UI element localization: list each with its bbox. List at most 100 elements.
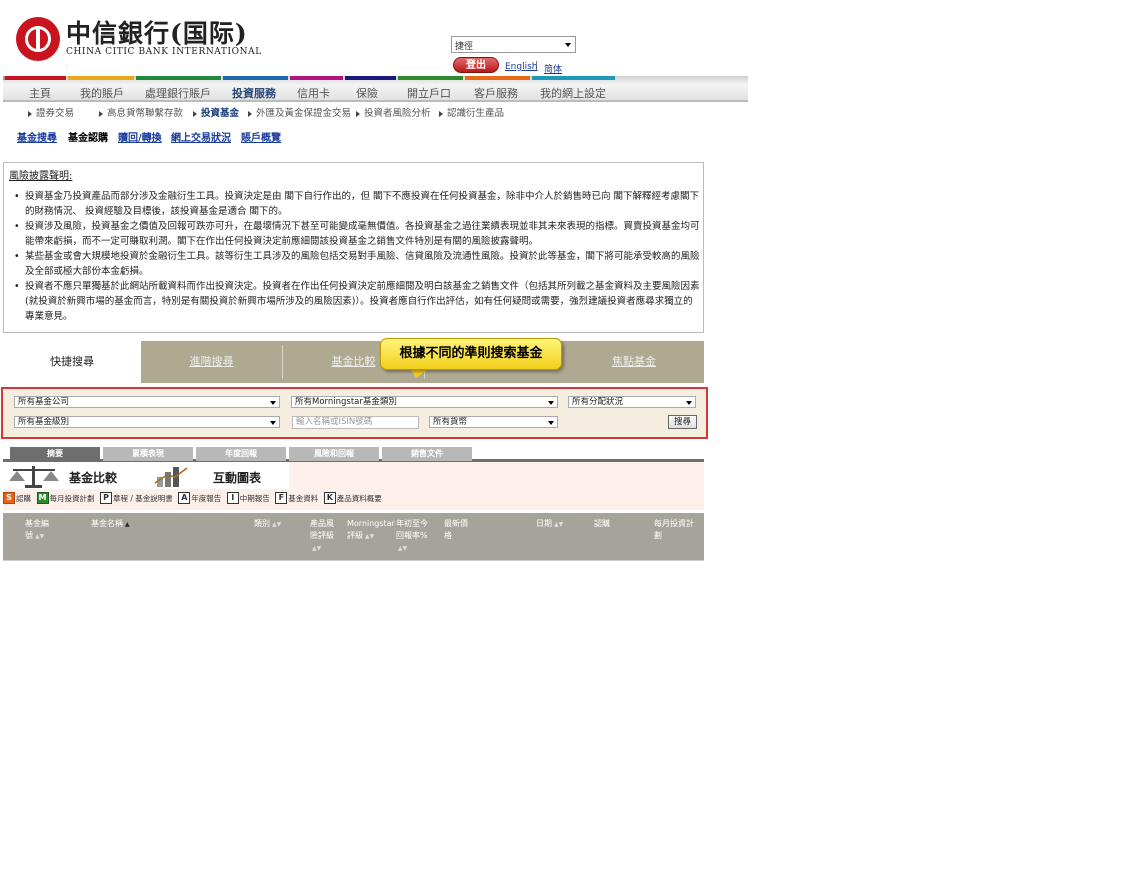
nav-stripe	[465, 76, 530, 80]
risk-disclosure-box: 風險披露聲明: 投資基金乃投資產品而部分涉及金融衍生工具。投資決定是由 閣下自行…	[3, 162, 704, 333]
arrow-right-icon	[356, 110, 360, 117]
nav-stripe	[5, 76, 66, 80]
risk-disclosure-title: 風險披露聲明:	[9, 171, 73, 182]
col-risk-rating[interactable]: 產品風險評級▲▼	[310, 518, 340, 555]
subnav-forex[interactable]: 外匯及黃金保證金交易	[248, 105, 351, 119]
tab-quick-search[interactable]: 快捷搜尋	[3, 341, 141, 383]
logo-chinese-name: 中信銀行(国际)	[66, 19, 248, 48]
col-monthly-plan: 每月投資計劃	[654, 519, 694, 540]
risk-item: 投資基金乃投資產品而部分涉及金融衍生工具。投資決定是由 閣下自行作出的，但 閣下…	[12, 189, 700, 219]
sort-icon: ▲▼	[312, 545, 322, 552]
fund-nav-redeem[interactable]: 贖回/轉換	[118, 129, 162, 144]
col-date[interactable]: 日期 ▲▼	[536, 518, 576, 531]
citic-logo-icon	[16, 17, 60, 61]
tab-sales-documents[interactable]: 銷售文件	[382, 447, 472, 461]
chevron-down-icon	[565, 43, 571, 47]
nav-stripe	[68, 76, 134, 80]
language-separator: |	[535, 61, 539, 71]
nav-item-my-accounts[interactable]: 我的賬戶	[80, 85, 124, 101]
col-category[interactable]: 類別 ▲▼	[254, 518, 294, 531]
nav-item-open-account[interactable]: 開立戶口	[407, 85, 451, 101]
risk-item: 投資涉及風險，投資基金之價值及回報可跌亦可升，在最壞情況下甚至可能變成毫無價值。…	[12, 219, 700, 249]
morningstar-category-select[interactable]: 所有Morningstar基金類別	[291, 396, 558, 408]
tab-advanced-search[interactable]: 進階搜尋	[141, 341, 282, 383]
col-latest-price: 最新價格	[444, 519, 468, 540]
subnav-derivatives[interactable]: 認識衍生產品	[439, 105, 504, 119]
subnav-deposit[interactable]: 高息貨幣聯繫存款	[99, 105, 183, 119]
nav-stripe	[290, 76, 343, 80]
fund-company-select[interactable]: 所有基金公司	[14, 396, 280, 408]
currency-select[interactable]: 所有貨幣	[429, 416, 558, 428]
sort-icon: ▲▼	[398, 545, 408, 552]
result-tabs: 摘要 累積表現 年度回報 風險和回報 銷售文件	[3, 445, 704, 462]
risk-item: 投資者不應只單獨基於此網站所載資料而作出投資決定。投資者在作出任何投資決定前應細…	[12, 279, 700, 324]
tab-annual-return[interactable]: 年度回報	[196, 447, 286, 461]
nav-item-insurance[interactable]: 保險	[356, 85, 378, 101]
tools-panel: 基金比較 互動圖表 S 認購 M 每月投資計劃 P 章程 / 基金說明書 A 年度報告 …	[3, 462, 704, 510]
simplified-chinese-link[interactable]: 简体	[544, 62, 562, 75]
legend-label: 年度報告	[191, 493, 222, 503]
kfs-icon: K	[323, 492, 336, 504]
fund-nav-search[interactable]: 基金搜尋	[17, 129, 57, 144]
subnav-securities[interactable]: 證券交易	[28, 105, 74, 119]
fund-name-isin-input[interactable]: 輸入名稱或ISIN號碼	[292, 416, 419, 429]
chevron-down-icon	[270, 401, 276, 405]
nav-stripe	[223, 76, 288, 80]
nav-item-home[interactable]: 主頁	[29, 85, 51, 101]
fund-compare-link[interactable]: 基金比較	[69, 469, 117, 486]
english-link[interactable]: English	[505, 62, 538, 72]
sort-icon: ▲▼	[554, 521, 564, 528]
interactive-chart-link[interactable]: 互動圖表	[213, 469, 261, 486]
prospectus-icon: P	[100, 492, 112, 504]
fund-nav-subscribe[interactable]: 基金認購	[68, 129, 108, 144]
arrow-right-icon	[248, 110, 252, 117]
nav-item-bank-accounts[interactable]: 處理銀行賬戶	[145, 85, 211, 101]
legend-label: 章程 / 基金說明書	[113, 493, 173, 503]
logout-button[interactable]: 登出	[453, 57, 499, 73]
legend-label: 產品資料概要	[336, 493, 382, 503]
tab-risk-return[interactable]: 風險和回報	[289, 447, 379, 461]
logo-english-name: CHINA CITIC BANK INTERNATIONAL	[66, 47, 262, 57]
col-subscribe: 認購	[594, 519, 610, 528]
nav-item-customer-service[interactable]: 客戶服務	[474, 85, 518, 101]
search-callout: 根據不同的準則搜索基金	[380, 338, 562, 370]
col-fund-name[interactable]: 基金名稱 ▲	[91, 518, 151, 531]
search-button[interactable]: 搜尋	[668, 415, 697, 429]
risk-item: 某些基金或會大規模地投資於金融衍生工具。該等衍生工具涉及的風險包括交易對手風險、…	[12, 249, 700, 279]
subnav-risk-profile[interactable]: 投資者風險分析	[356, 105, 431, 119]
fund-class-select[interactable]: 所有基金級別	[14, 416, 280, 428]
search-tabs: 快捷搜尋 進階搜尋 基金比較 焦點基金	[3, 341, 704, 383]
nav-stripe	[345, 76, 396, 80]
chevron-down-icon	[548, 421, 554, 425]
tools-row: 基金比較 互動圖表	[3, 462, 289, 489]
nav-item-investment[interactable]: 投資服務	[232, 85, 276, 101]
legend-label: 每月投資計劃	[49, 493, 95, 503]
legend-label: 基金資料	[288, 493, 319, 503]
arrow-right-icon	[193, 110, 197, 117]
fund-nav-status[interactable]: 網上交易狀況	[171, 129, 231, 144]
risk-disclosure-list: 投資基金乃投資產品而部分涉及金融衍生工具。投資決定是由 閣下自行作出的，但 閣下…	[12, 189, 700, 324]
subnav-funds[interactable]: 投資基金	[193, 105, 239, 119]
fund-nav-overview[interactable]: 賬戶概覽	[241, 129, 281, 144]
tab-focus-funds[interactable]: 焦點基金	[564, 341, 704, 383]
col-morningstar-rating[interactable]: Morningstar評級 ▲▼	[347, 518, 395, 543]
interim-report-icon: I	[226, 492, 239, 504]
main-nav: 主頁 我的賬戶 處理銀行賬戶 投資服務 信用卡 保險 開立戶口 客戶服務 我的網…	[3, 76, 748, 102]
table-divider	[3, 560, 704, 561]
tab-cumulative-performance[interactable]: 累積表現	[103, 447, 193, 461]
nav-stripe	[398, 76, 463, 80]
scale-icon	[9, 466, 59, 488]
tab-summary[interactable]: 摘要	[10, 447, 100, 461]
nav-item-credit-card[interactable]: 信用卡	[297, 85, 330, 101]
nav-item-my-settings[interactable]: 我的網上設定	[540, 85, 606, 101]
col-fund-code[interactable]: 基金編號 ▲▼	[25, 518, 55, 543]
shortcut-select-value: 捷徑	[455, 42, 474, 52]
bank-logo: 中信銀行(国际) CHINA CITIC BANK INTERNATIONAL	[16, 14, 261, 64]
nav-stripe	[136, 76, 221, 80]
shortcut-select[interactable]: 捷徑	[451, 36, 576, 53]
distribution-select[interactable]: 所有分配狀況	[568, 396, 696, 408]
col-ytd-return[interactable]: 年初至今回報率%▲▼	[396, 518, 432, 555]
chart-icon	[154, 467, 188, 487]
sort-icon: ▲▼	[35, 533, 45, 540]
fund-table-header: 基金編號 ▲▼ 基金名稱 ▲ 類別 ▲▼ 產品風險評級▲▼ Morningstar評級…	[3, 513, 704, 560]
